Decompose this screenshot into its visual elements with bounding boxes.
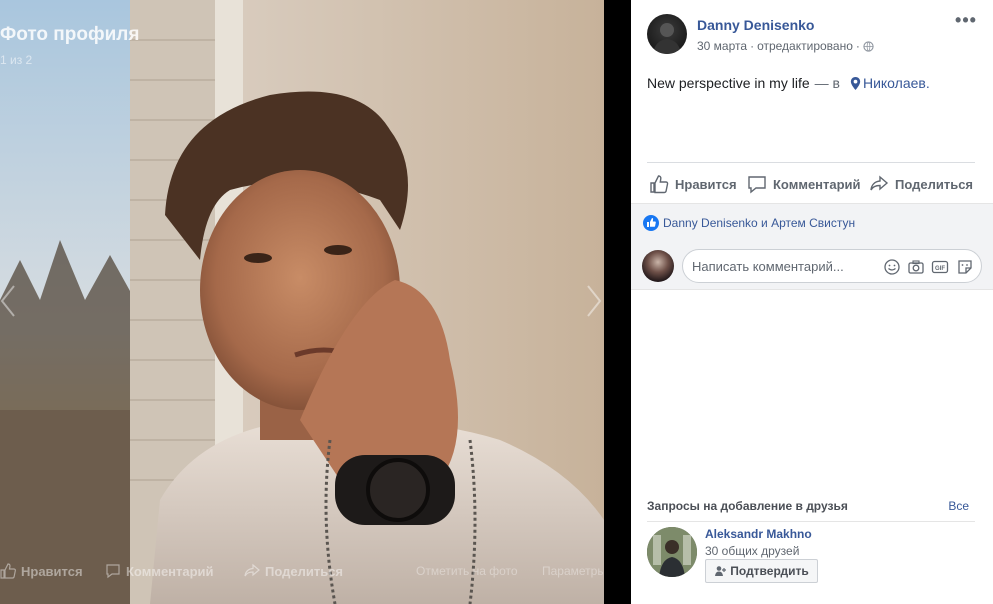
photo-title: Фото профиля — [0, 24, 140, 45]
post-text: New perspective in my life — в Николаев. — [647, 75, 930, 91]
next-photo-button[interactable] — [586, 284, 604, 318]
photo-options-link[interactable]: Параметры — [542, 564, 604, 578]
location-link[interactable]: Николаев. — [845, 75, 930, 91]
see-all-link[interactable]: Все — [948, 499, 969, 513]
like-reaction-icon[interactable] — [643, 215, 659, 231]
comment-input[interactable]: Написать комментарий... GIF — [682, 249, 982, 283]
friend-request-item: Aleksandr Makhno 30 общих друзей Подтвер… — [647, 527, 977, 583]
comment-composer: Написать комментарий... GIF — [631, 242, 993, 290]
friend-name-link[interactable]: Aleksandr Makhno — [705, 527, 812, 541]
friend-requests-title: Запросы на добавление в друзья — [647, 499, 848, 513]
comment-label: Комментарий — [773, 176, 861, 192]
photo-counter: 1 из 2 — [0, 53, 33, 67]
profile-photo — [0, 0, 604, 604]
more-options-icon[interactable]: ••• — [955, 11, 977, 32]
like-button[interactable]: Нравится — [649, 170, 737, 198]
camera-icon[interactable] — [907, 258, 925, 276]
likers-link[interactable]: Danny Denisenko и Артем Свистун — [663, 216, 855, 230]
like-label: Нравится — [675, 176, 737, 192]
chevron-left-icon — [0, 285, 15, 317]
svg-text:GIF: GIF — [935, 266, 945, 272]
emoji-icon[interactable] — [883, 258, 901, 276]
sticker-icon[interactable] — [956, 258, 974, 276]
post-date[interactable]: 30 марта — [697, 39, 747, 53]
thumbs-up-icon — [0, 563, 16, 579]
chevron-right-icon — [587, 285, 602, 317]
thumbs-up-icon — [650, 175, 669, 194]
photo-like-button[interactable]: Нравится — [0, 563, 83, 579]
post-body: New perspective in my life — [647, 75, 810, 91]
photo-footer: Нравится Комментарий Поделиться Отметить… — [0, 558, 604, 584]
prev-photo-button[interactable] — [0, 284, 20, 318]
map-pin-icon — [850, 76, 861, 90]
author-avatar-image — [653, 23, 681, 54]
post-header: Danny Denisenko 30 марта · отредактирова… — [647, 11, 977, 54]
comment-button[interactable]: Комментарий — [747, 170, 861, 198]
comment-icon — [106, 564, 120, 579]
author-avatar[interactable] — [647, 14, 687, 54]
gif-icon[interactable]: GIF — [931, 258, 949, 276]
photo-comment-button[interactable]: Комментарий — [105, 563, 214, 579]
post-actions: Нравится Комментарий Поделиться — [647, 170, 977, 198]
divider — [647, 162, 975, 163]
friend-avatar-image — [647, 527, 697, 577]
confirm-label: Подтвердить — [730, 564, 809, 578]
reactions-bar: Danny Denisenko и Артем Свистун — [631, 203, 993, 242]
share-icon — [244, 563, 260, 577]
friend-requests-header: Запросы на добавление в друзья Все — [647, 499, 977, 515]
author-name-link[interactable]: Danny Denisenko — [697, 17, 814, 33]
share-label: Поделиться — [895, 176, 974, 192]
confirm-friend-button[interactable]: Подтвердить — [705, 559, 818, 583]
photo-comment-label: Комментарий — [126, 563, 214, 579]
photo-share-button[interactable]: Поделиться — [244, 563, 343, 579]
post-meta: 30 марта · отредактировано · — [697, 39, 874, 53]
mutual-friends-count[interactable]: 30 общих друзей — [705, 544, 799, 558]
comment-placeholder: Написать комментарий... — [692, 259, 844, 274]
divider — [647, 521, 975, 522]
meta-separator-2: · — [855, 39, 860, 53]
add-friend-icon — [715, 566, 727, 576]
location-name: Николаев. — [862, 75, 930, 91]
photo-share-label: Поделиться — [265, 563, 344, 579]
photo-viewer[interactable]: Фото профиля 1 из 2 Нравится Комментарий… — [0, 0, 604, 604]
meta-separator: · — [750, 39, 755, 53]
edited-label[interactable]: отредактировано — [757, 39, 853, 53]
friend-avatar[interactable] — [647, 527, 697, 577]
share-icon — [870, 175, 889, 191]
comment-icon — [748, 176, 766, 194]
tag-photo-link[interactable]: Отметить на фото — [416, 564, 518, 578]
globe-icon[interactable] — [863, 40, 874, 52]
post-side-panel: Danny Denisenko 30 марта · отредактирова… — [631, 0, 993, 604]
location-prefix: — в — [814, 75, 840, 91]
share-button[interactable]: Поделиться — [869, 170, 973, 198]
photo-like-label: Нравится — [21, 563, 83, 579]
current-user-avatar[interactable] — [642, 250, 674, 282]
